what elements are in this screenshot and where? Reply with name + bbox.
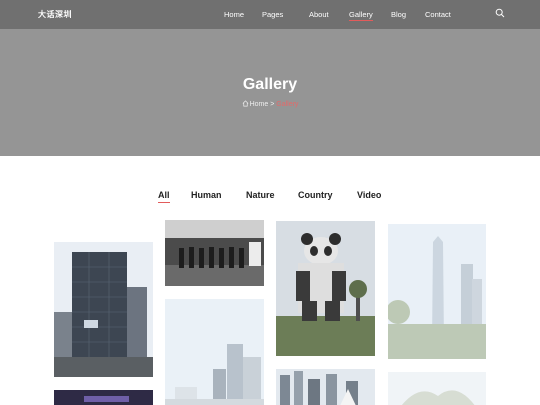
gallery-photo-tree[interactable] xyxy=(388,372,486,405)
nav-gallery[interactable]: Gallery xyxy=(349,10,373,21)
gallery-photo-city-towers[interactable] xyxy=(276,369,375,405)
gallery-photo-skyscraper[interactable] xyxy=(388,224,486,359)
filter-human[interactable]: Human xyxy=(191,190,222,200)
site-logo[interactable]: 大话深圳 xyxy=(38,9,72,20)
home-icon xyxy=(242,100,248,107)
filter-nature[interactable]: Nature xyxy=(246,190,275,200)
breadcrumb: Home > Gallery xyxy=(0,100,540,108)
filter-video[interactable]: Video xyxy=(357,190,381,200)
breadcrumb-home[interactable]: Home xyxy=(250,101,269,108)
gallery-photo-night-sign[interactable] xyxy=(54,390,153,405)
gallery-filters: All Human Nature Country Video xyxy=(0,190,540,204)
filter-all[interactable]: All xyxy=(158,190,170,203)
breadcrumb-current: Gallery xyxy=(276,101,299,108)
breadcrumb-separator: > xyxy=(270,101,275,108)
nav-blog[interactable]: Blog xyxy=(391,10,406,19)
hero-banner: 大话深圳 Home Pages About Gallery Blog Conta… xyxy=(0,0,540,156)
filter-country[interactable]: Country xyxy=(298,190,333,200)
nav-contact[interactable]: Contact xyxy=(425,10,451,19)
search-icon[interactable] xyxy=(495,8,505,18)
page-title: Gallery xyxy=(242,76,298,93)
gallery-photo-tower[interactable] xyxy=(54,242,153,377)
nav-about[interactable]: About xyxy=(309,10,329,19)
gallery-photo-panda-sculpture[interactable] xyxy=(276,221,375,356)
gallery-photo-event[interactable] xyxy=(165,220,264,286)
nav-pages[interactable]: Pages xyxy=(262,10,283,19)
navbar: 大话深圳 Home Pages About Gallery Blog Conta… xyxy=(0,0,540,29)
nav-home[interactable]: Home xyxy=(224,10,244,19)
gallery-photo-skyline[interactable] xyxy=(165,299,264,405)
